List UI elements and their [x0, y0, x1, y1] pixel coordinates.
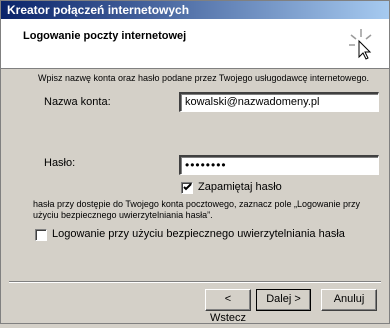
back-button[interactable]: < Wstecz — [205, 289, 251, 324]
spa-checkbox[interactable] — [35, 229, 47, 241]
remember-password-checkbox[interactable] — [181, 182, 193, 194]
checkmark-icon — [183, 183, 192, 191]
account-name-label: Nazwa konta: — [44, 96, 111, 108]
button-divider — [9, 281, 381, 283]
wizard-window: Kreator połączeń internetowych Logowanie… — [0, 0, 390, 324]
password-input[interactable]: •••••••• — [179, 155, 379, 175]
next-button[interactable]: Dalej > — [256, 289, 311, 311]
window-title: Kreator połączeń internetowych — [7, 3, 190, 17]
spa-note-text: hasła przy dostępie do Twojego konta poc… — [33, 199, 361, 220]
wizard-header: Logowanie poczty internetowej — [1, 19, 389, 69]
title-bar[interactable]: Kreator połączeń internetowych — [1, 1, 389, 19]
password-label: Hasło: — [44, 157, 76, 169]
page-title: Logowanie poczty internetowej — [23, 30, 187, 42]
remember-password-label[interactable]: Zapamiętaj hasło — [198, 181, 282, 193]
cancel-button[interactable]: Anuluj — [321, 289, 377, 311]
instructions-text: Wpisz nazwę konta oraz hasło podane prze… — [38, 73, 370, 83]
wizard-sparkle-icon — [349, 29, 372, 60]
account-name-input[interactable]: kowalski@nazwadomeny.pl — [179, 92, 379, 112]
spa-checkbox-label[interactable]: Logowanie przy użyciu bezpiecznego uwier… — [52, 228, 345, 240]
